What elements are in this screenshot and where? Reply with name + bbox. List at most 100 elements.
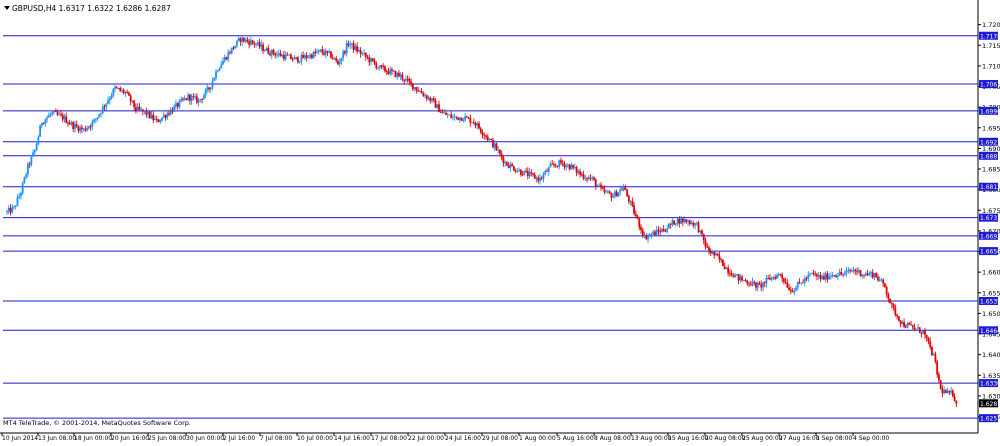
candle-body xyxy=(540,177,543,179)
candle-body xyxy=(119,88,122,91)
candle-body xyxy=(208,87,210,90)
candle-body xyxy=(793,290,796,293)
candle-body xyxy=(469,117,472,123)
candle-body xyxy=(884,283,886,287)
candle-body xyxy=(427,97,430,99)
candle-body xyxy=(605,191,608,193)
candle-body xyxy=(211,80,214,88)
level-label: 1.6336 xyxy=(980,381,1000,388)
candle-body xyxy=(16,197,19,206)
candle-body xyxy=(291,58,294,60)
candle-body xyxy=(49,114,52,116)
candle-body xyxy=(9,208,12,213)
y-tick-label: 1.7105 xyxy=(982,62,1000,70)
candle-body xyxy=(377,67,379,69)
candle-body xyxy=(556,165,559,167)
candle-body xyxy=(687,220,689,222)
candle-body xyxy=(728,273,731,274)
level-label: 1.6464 xyxy=(980,328,1000,335)
candle-body xyxy=(23,177,26,184)
candle-body xyxy=(25,174,28,178)
candle-body xyxy=(143,111,146,112)
candle-body xyxy=(121,90,123,91)
candle-body xyxy=(927,338,930,342)
candle-body xyxy=(251,40,254,43)
candle-body xyxy=(319,49,322,51)
candle-body xyxy=(723,265,726,269)
candle-body xyxy=(864,273,867,276)
candle-body xyxy=(614,191,616,197)
candle-body xyxy=(91,121,94,127)
candle-body xyxy=(633,205,635,214)
candle-body xyxy=(256,42,259,45)
candle-body xyxy=(826,273,829,280)
candle-body xyxy=(478,123,480,129)
candle-body xyxy=(617,192,620,197)
candle-body xyxy=(157,119,160,122)
candle-body xyxy=(237,38,240,41)
candle-body xyxy=(368,57,371,63)
candle-body xyxy=(72,122,75,129)
candle-body xyxy=(877,276,879,281)
candle-body xyxy=(173,105,176,112)
candle-body xyxy=(897,316,900,321)
candle-body xyxy=(81,127,83,130)
candle-body xyxy=(892,304,895,308)
candle-body xyxy=(46,117,48,120)
candle-body xyxy=(138,106,141,110)
candle-body xyxy=(413,87,416,90)
candle-body xyxy=(899,320,902,324)
candle-body xyxy=(317,50,320,52)
candle-body xyxy=(307,57,310,59)
level-label: 1.6996 xyxy=(980,108,1000,115)
candle-body xyxy=(749,284,752,286)
y-tick-label: 1.6405 xyxy=(982,351,1000,359)
candle-body xyxy=(812,272,815,274)
candle-body xyxy=(460,117,463,121)
time-axis: 10 Jun 2014 13 Jun 08:0018 Jun 00:0020 Ju… xyxy=(0,432,978,442)
candle-body xyxy=(716,253,719,256)
candle-body xyxy=(155,118,158,120)
candle-body xyxy=(453,116,456,118)
candle-body xyxy=(674,223,677,225)
candle-body xyxy=(63,116,66,120)
candle-body xyxy=(934,354,937,362)
candle-body xyxy=(310,54,313,59)
candle-body xyxy=(725,267,728,269)
candle-body xyxy=(751,281,754,286)
price-chart[interactable]: 1.72051.71551.71051.70551.70051.69551.69… xyxy=(0,0,1000,442)
candle-body xyxy=(831,275,834,277)
candle-body xyxy=(162,115,165,118)
candle-body xyxy=(201,99,203,100)
candle-body xyxy=(753,281,756,283)
candle-body xyxy=(824,273,827,280)
candle-body xyxy=(871,272,874,278)
candle-body xyxy=(497,150,500,151)
y-tick-label: 1.6755 xyxy=(982,207,1000,215)
candle-body xyxy=(458,117,461,120)
x-tick-label: 7 Jul 08:00 xyxy=(260,435,292,442)
candle-body xyxy=(796,281,799,288)
candle-body xyxy=(868,273,871,276)
candle-body xyxy=(903,322,905,327)
x-tick-label: 15 Aug 16:00 xyxy=(668,435,709,442)
candle-body xyxy=(309,54,311,58)
candle-body xyxy=(828,276,831,280)
candle-body xyxy=(87,126,90,129)
candle-body xyxy=(821,276,824,279)
candle-body xyxy=(492,139,494,148)
candle-body xyxy=(432,98,435,101)
candle-body xyxy=(267,48,270,54)
candle-body xyxy=(589,177,592,179)
candle-body xyxy=(528,172,531,177)
candle-body xyxy=(323,52,325,55)
candle-body xyxy=(56,112,59,115)
candle-body xyxy=(244,39,247,42)
candle-body xyxy=(943,390,946,394)
candle-body xyxy=(420,91,423,94)
chart-background xyxy=(0,0,1000,442)
candle-body xyxy=(645,235,648,240)
candle-body xyxy=(861,274,864,277)
candle-body xyxy=(378,65,381,68)
candle-body xyxy=(467,117,470,119)
